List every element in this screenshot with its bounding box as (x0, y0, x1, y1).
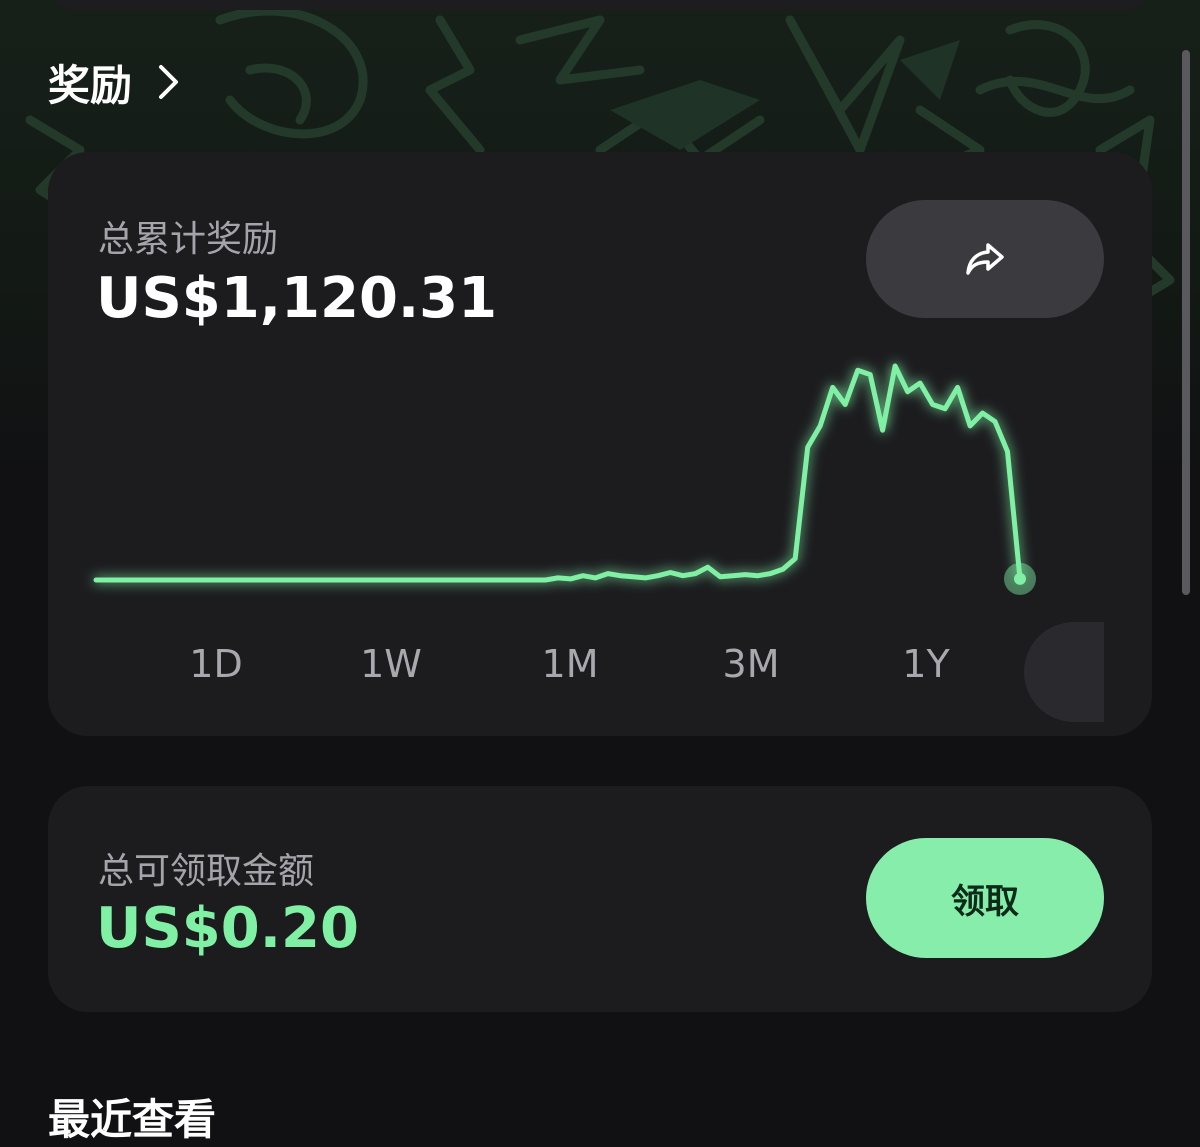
tab-1d[interactable]: 1D (156, 642, 276, 686)
claimable-value: US$0.20 (96, 896, 359, 961)
recent-title: 最近查看 (48, 1095, 217, 1144)
rewards-section-header[interactable]: 奖励 (48, 52, 180, 112)
recent-section-header[interactable]: 最近查看 (48, 1086, 216, 1147)
tab-1m[interactable]: 1M (510, 642, 630, 686)
tab-3m[interactable]: 3M (691, 642, 811, 686)
series-line (93, 363, 1023, 583)
claim-button[interactable]: 领取 (866, 838, 1104, 958)
claimable-label: 总可领取金额 (98, 851, 315, 892)
chevron-right-icon (159, 65, 179, 99)
previous-card-edge (48, 0, 1152, 10)
tab-1y[interactable]: 1Y (866, 642, 986, 686)
range-tabs: 1D 1W 1M 3M 1Y (48, 642, 1152, 702)
claimable-card: 总可领取金额 US$0.20 领取 (48, 786, 1152, 1012)
current-point (1014, 572, 1026, 585)
total-rewards-card: 总累计奖励 US$1,120.31 1D 1W 1M 3M 1Y (48, 152, 1152, 736)
rewards-title: 奖励 (48, 60, 133, 110)
scrollbar[interactable] (1182, 50, 1190, 595)
tab-1w[interactable]: 1W (331, 642, 451, 686)
